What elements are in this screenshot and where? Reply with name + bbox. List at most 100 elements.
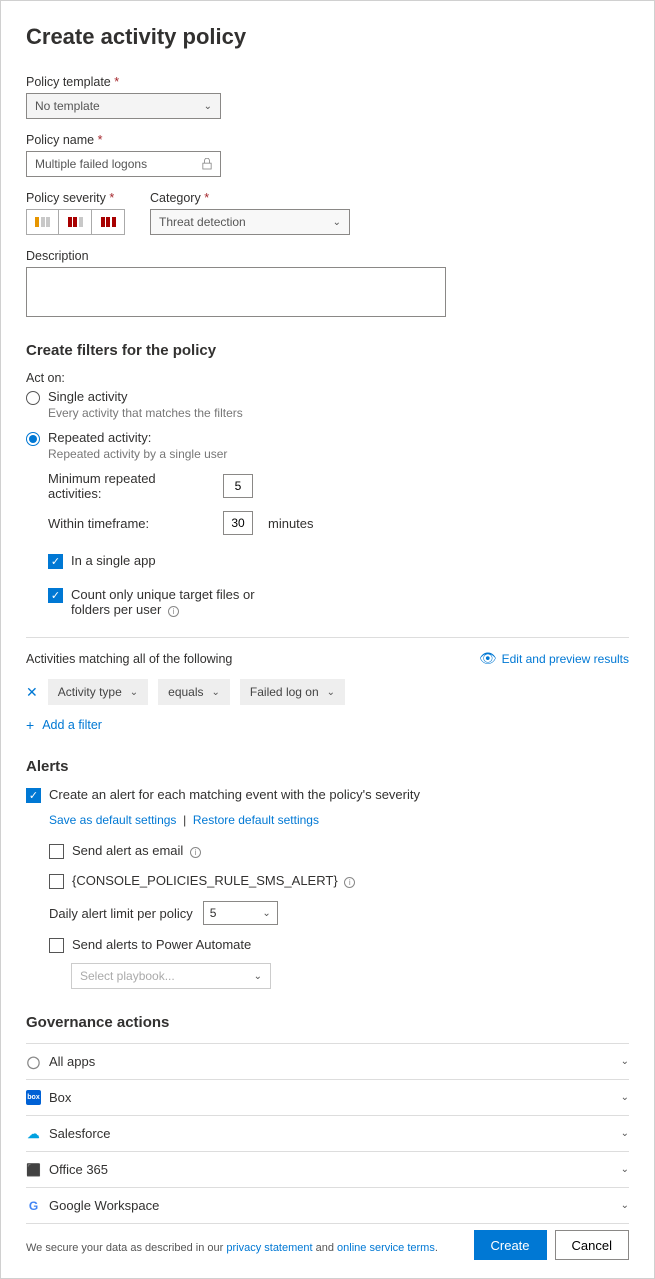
chevron-down-icon: ⌄	[254, 971, 262, 982]
description-label: Description	[26, 249, 629, 263]
chevron-down-icon: ⌄	[204, 101, 212, 112]
privacy-link[interactable]: privacy statement	[226, 1242, 312, 1254]
governance-item[interactable]: ☁ Salesforce ⌄	[26, 1116, 629, 1152]
info-icon[interactable]: i	[344, 877, 355, 888]
lock-icon	[202, 158, 212, 170]
plus-icon: +	[26, 717, 34, 733]
power-automate-checkbox[interactable]	[49, 938, 64, 953]
info-icon[interactable]: i	[168, 606, 179, 617]
sms-alert-label: {CONSOLE_POLICIES_RULE_SMS_ALERT}	[72, 873, 338, 888]
chevron-down-icon: ⌄	[621, 1164, 629, 1175]
add-filter-button[interactable]: + Add a filter	[26, 717, 629, 733]
count-unique-checkbox[interactable]: ✓	[48, 588, 63, 603]
filter-value-value: Failed log on	[250, 685, 319, 699]
severity-medium-button[interactable]	[59, 209, 92, 235]
send-email-label: Send alert as email	[72, 843, 183, 858]
policy-template-select[interactable]: No template ⌄	[26, 93, 221, 119]
governance-item[interactable]: ⬛ Office 365 ⌄	[26, 1152, 629, 1188]
severity-high-button[interactable]	[92, 209, 125, 235]
filter-operator-select[interactable]: equals ⌄	[158, 679, 230, 705]
repeated-activity-label: Repeated activity:	[48, 430, 227, 445]
cancel-button[interactable]: Cancel	[555, 1230, 629, 1260]
sms-alert-checkbox[interactable]	[49, 874, 64, 889]
filters-header: Create filters for the policy	[26, 342, 629, 359]
create-button[interactable]: Create	[474, 1230, 547, 1260]
chevron-down-icon: ⌄	[327, 687, 335, 698]
policy-severity-label: Policy severity	[26, 191, 125, 205]
minutes-label: minutes	[268, 516, 314, 531]
governance-item-label: All apps	[49, 1054, 95, 1069]
filter-operator-value: equals	[168, 685, 203, 699]
daily-limit-label: Daily alert limit per policy	[49, 906, 193, 921]
daily-limit-select[interactable]: 5 ⌄	[203, 901, 278, 925]
chevron-down-icon: ⌄	[212, 687, 220, 698]
policy-name-value: Multiple failed logons	[35, 157, 147, 171]
app-icon: ⬛	[26, 1162, 41, 1177]
in-single-app-label: In a single app	[71, 553, 156, 568]
terms-link[interactable]: online service terms	[337, 1242, 435, 1254]
app-icon: G	[26, 1198, 41, 1213]
single-activity-sublabel: Every activity that matches the filters	[48, 406, 243, 420]
severity-low-button[interactable]	[26, 209, 59, 235]
repeated-activity-radio[interactable]	[26, 432, 40, 446]
info-icon[interactable]: i	[190, 847, 201, 858]
playbook-placeholder: Select playbook...	[80, 969, 175, 983]
playbook-select[interactable]: Select playbook... ⌄	[71, 963, 271, 989]
chevron-down-icon: ⌄	[621, 1128, 629, 1139]
in-single-app-checkbox[interactable]: ✓	[48, 554, 63, 569]
app-icon: ◯	[26, 1054, 41, 1069]
within-timeframe-label: Within timeframe:	[48, 516, 208, 531]
filter-field-value: Activity type	[58, 685, 122, 699]
remove-filter-icon[interactable]: ✕	[26, 684, 38, 701]
governance-item-label: Box	[49, 1090, 71, 1105]
chevron-down-icon: ⌄	[621, 1092, 629, 1103]
severity-toggle[interactable]	[26, 209, 125, 235]
page-title: Create activity policy	[26, 24, 629, 50]
category-value: Threat detection	[159, 215, 246, 229]
governance-item-label: Salesforce	[49, 1126, 110, 1141]
save-default-link[interactable]: Save as default settings	[49, 813, 176, 827]
restore-default-link[interactable]: Restore default settings	[193, 813, 319, 827]
chevron-down-icon: ⌄	[130, 687, 138, 698]
policy-template-value: No template	[35, 99, 100, 113]
single-activity-label: Single activity	[48, 389, 243, 404]
repeated-activity-sublabel: Repeated activity by a single user	[48, 447, 227, 461]
policy-name-input[interactable]: Multiple failed logons	[26, 151, 221, 177]
filter-value-select[interactable]: Failed log on ⌄	[240, 679, 345, 705]
min-repeated-input[interactable]	[223, 474, 253, 498]
app-icon: box	[26, 1090, 41, 1105]
within-timeframe-input[interactable]	[223, 511, 253, 535]
governance-item[interactable]: ◯ All apps ⌄	[26, 1044, 629, 1080]
governance-item-label: Office 365	[49, 1162, 108, 1177]
alerts-header: Alerts	[26, 758, 629, 775]
act-on-label: Act on:	[26, 371, 629, 385]
link-separator: |	[180, 813, 193, 827]
category-select[interactable]: Threat detection ⌄	[150, 209, 350, 235]
send-email-checkbox[interactable]	[49, 844, 64, 859]
governance-header: Governance actions	[26, 1014, 629, 1031]
governance-item[interactable]: box Box ⌄	[26, 1080, 629, 1116]
eye-icon: 👁	[479, 650, 497, 667]
create-alert-label: Create an alert for each matching event …	[49, 787, 420, 802]
edit-preview-link[interactable]: 👁 Edit and preview results	[479, 650, 629, 667]
daily-limit-value: 5	[210, 906, 217, 920]
create-alert-checkbox[interactable]: ✓	[26, 788, 41, 803]
chevron-down-icon: ⌄	[333, 217, 341, 228]
description-textarea[interactable]	[26, 267, 446, 317]
policy-template-label: Policy template	[26, 75, 629, 89]
add-filter-label: Add a filter	[42, 718, 102, 732]
policy-name-label: Policy name	[26, 133, 629, 147]
category-label: Category	[150, 191, 350, 205]
single-activity-radio[interactable]	[26, 391, 40, 405]
activities-matching-label: Activities matching all of the following	[26, 652, 232, 666]
filter-field-select[interactable]: Activity type ⌄	[48, 679, 148, 705]
governance-item-label: Google Workspace	[49, 1198, 159, 1213]
count-unique-label: Count only unique target files or folder…	[71, 587, 255, 617]
power-automate-label: Send alerts to Power Automate	[72, 937, 251, 952]
edit-preview-text: Edit and preview results	[502, 652, 629, 666]
chevron-down-icon: ⌄	[262, 908, 270, 919]
app-icon: ☁	[26, 1126, 41, 1141]
chevron-down-icon: ⌄	[621, 1056, 629, 1067]
chevron-down-icon: ⌄	[621, 1200, 629, 1211]
governance-item[interactable]: G Google Workspace ⌄	[26, 1188, 629, 1224]
